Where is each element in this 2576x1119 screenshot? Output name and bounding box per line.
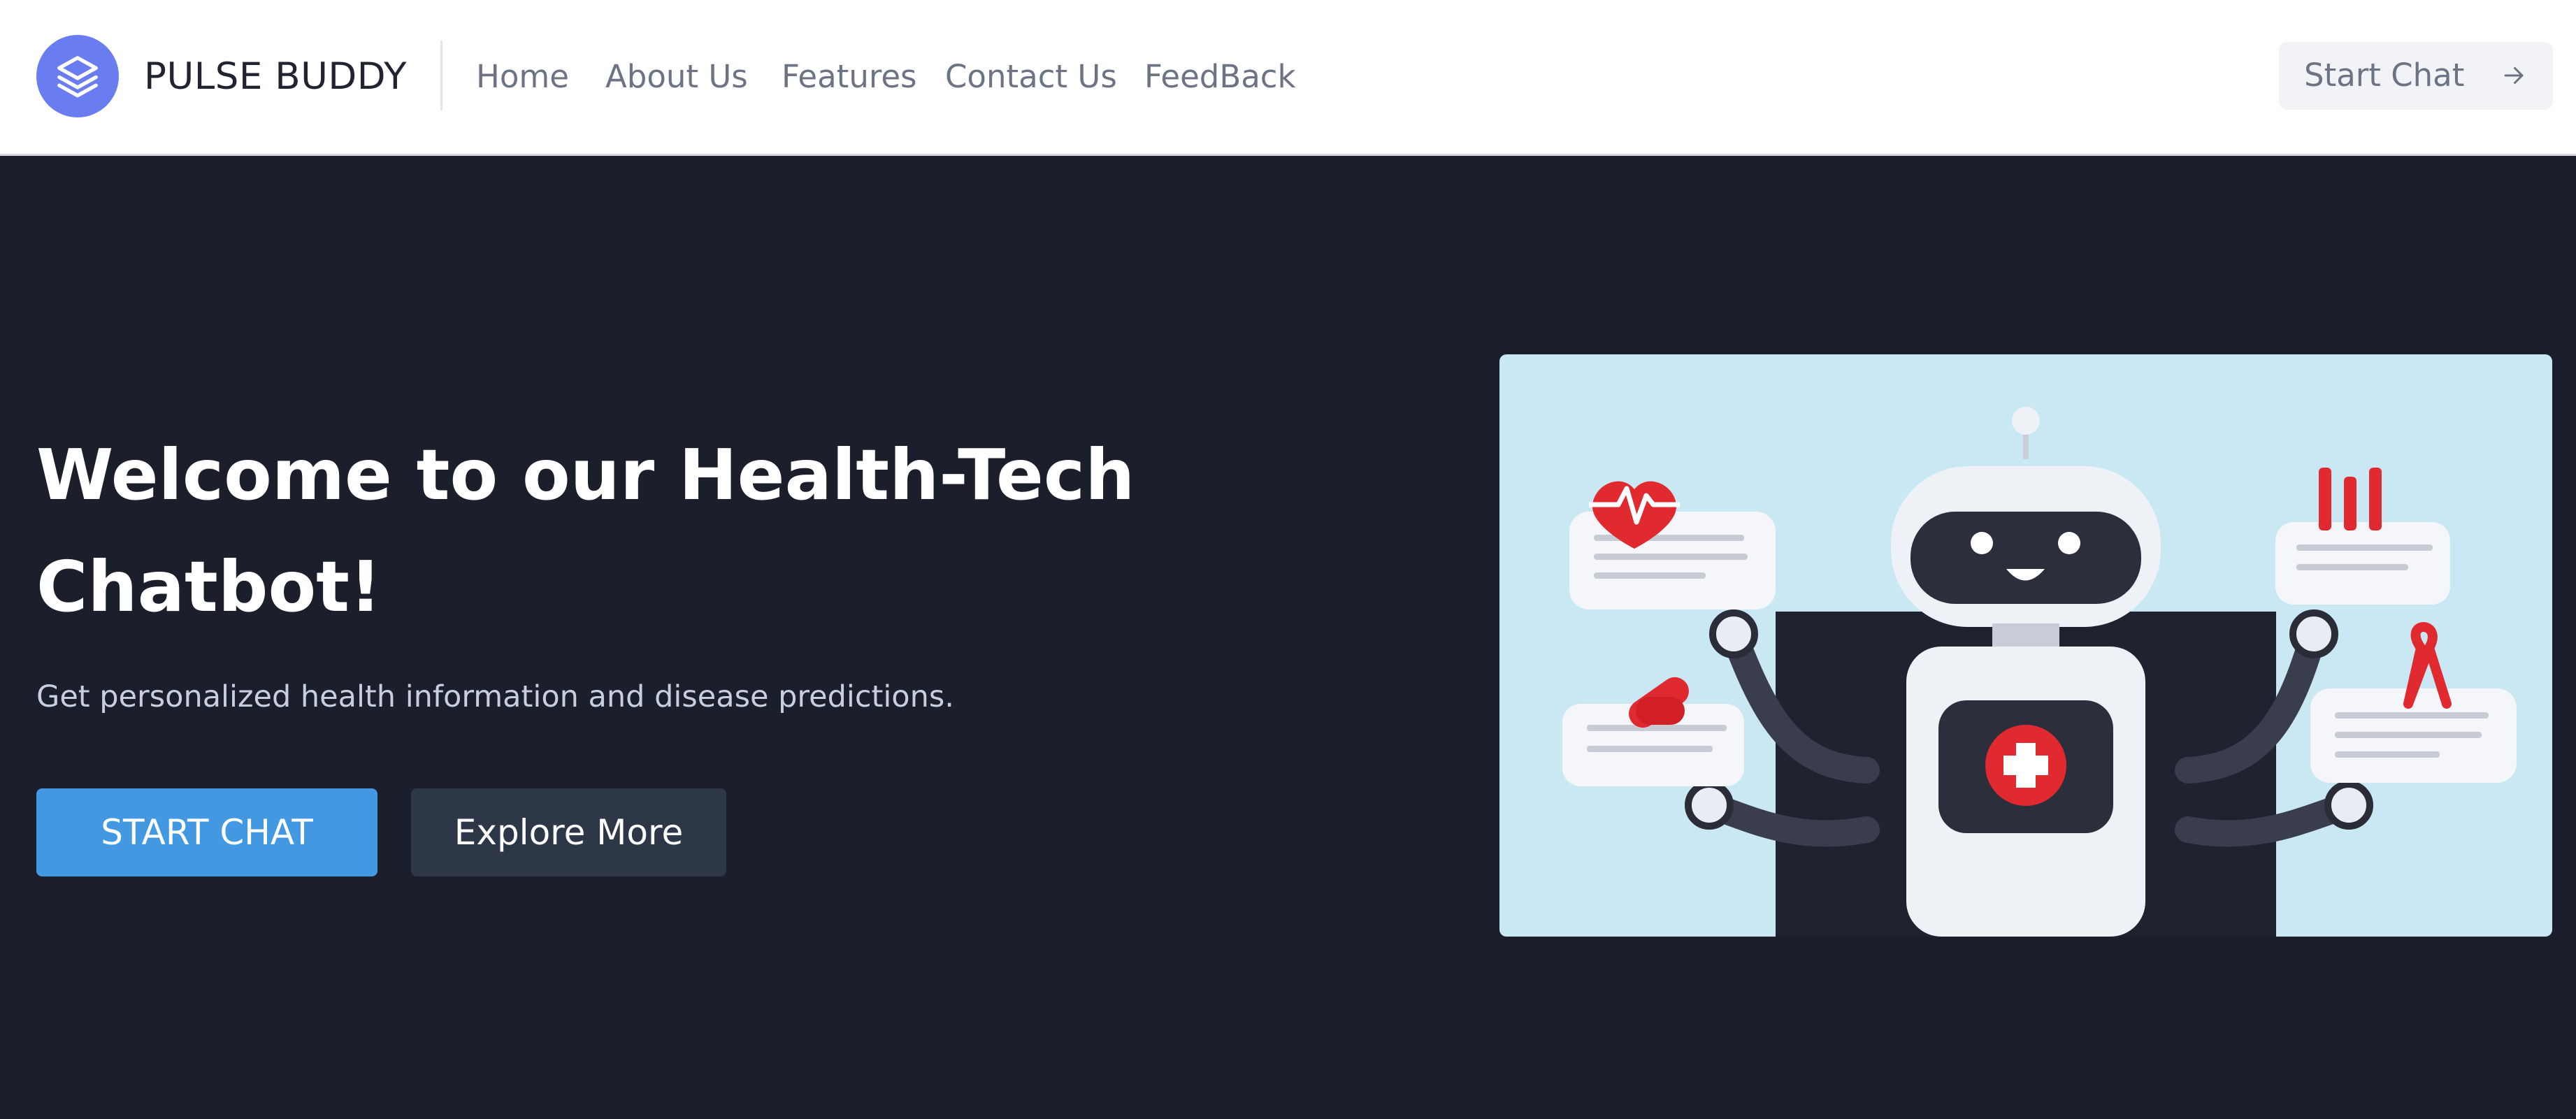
explore-more-button[interactable]: Explore More	[411, 788, 726, 876]
nav-link-home[interactable]: Home	[476, 57, 569, 96]
layers-icon	[57, 56, 98, 98]
nav-link-features[interactable]: Features	[782, 57, 917, 96]
arrow-right-icon	[2504, 67, 2524, 84]
nav-link-feedback[interactable]: FeedBack	[1144, 57, 1296, 96]
hero-title: Welcome to our Health-Tech Chatbot!	[36, 434, 1135, 628]
brand-name[interactable]: PULSE BUDDY	[144, 56, 407, 98]
logo[interactable]	[36, 35, 119, 117]
start-chat-header-label: Start Chat	[2304, 57, 2465, 94]
nav-link-about-us[interactable]: About Us	[605, 57, 748, 96]
nav-link-contact-us[interactable]: Contact Us	[945, 57, 1117, 96]
header-divider	[440, 41, 442, 110]
explore-more-button-label: Explore More	[454, 812, 684, 853]
hero-subtitle: Get personalized health information and …	[36, 679, 954, 714]
medical-robot-illustration	[1499, 354, 2552, 937]
start-chat-button[interactable]: START CHAT	[36, 788, 377, 876]
top-navbar: PULSE BUDDY Home About Us Features Conta…	[0, 0, 2576, 156]
start-chat-button-label: START CHAT	[101, 812, 313, 853]
start-chat-header-button[interactable]: Start Chat	[2279, 42, 2553, 110]
